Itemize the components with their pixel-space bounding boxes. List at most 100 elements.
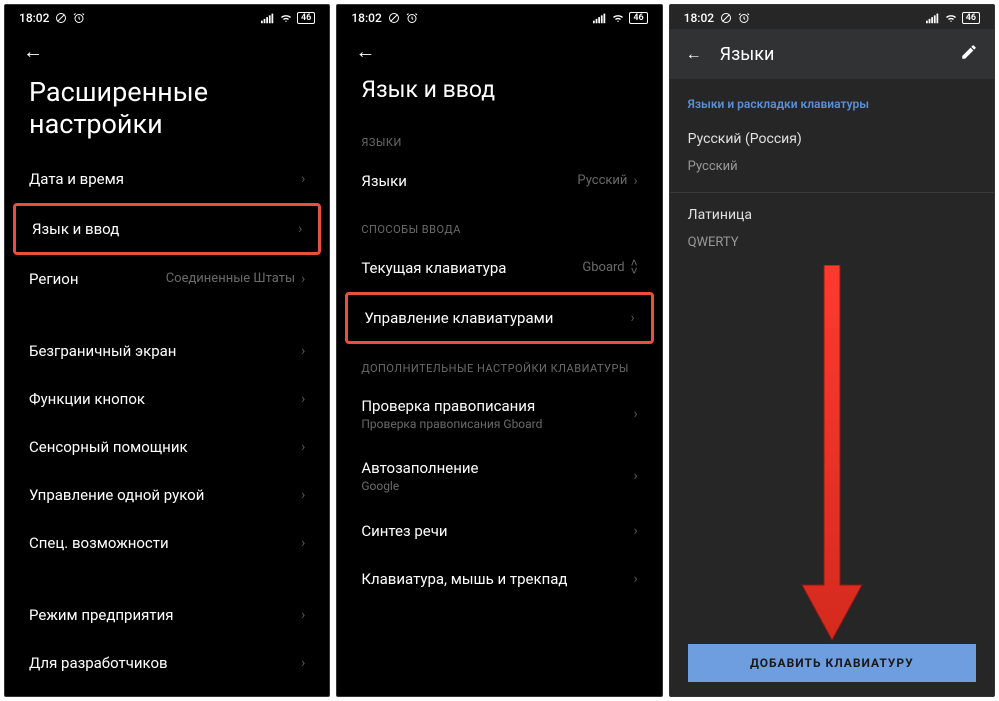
chevron-right-icon: › bbox=[633, 406, 637, 422]
dnd-icon bbox=[388, 12, 400, 24]
status-time: 18:02 bbox=[19, 11, 49, 25]
chevron-right-icon: › bbox=[630, 310, 634, 326]
dnd-icon bbox=[720, 12, 732, 24]
alarm-icon bbox=[73, 12, 85, 24]
app-bar: ← Языки bbox=[670, 29, 994, 79]
page-title: Расширенные настройки bbox=[5, 70, 329, 155]
wifi-icon bbox=[279, 12, 293, 24]
row-keyboard-mouse-trackpad[interactable]: Клавиатура, мышь и трекпад › bbox=[337, 555, 661, 603]
row-edge-screen[interactable]: Безграничный экран › bbox=[5, 327, 329, 375]
attention-arrow-icon bbox=[792, 265, 872, 645]
dnd-icon bbox=[55, 12, 67, 24]
back-button[interactable]: ← bbox=[337, 29, 661, 70]
sub: Google bbox=[361, 479, 478, 493]
chevron-right-icon: › bbox=[301, 535, 305, 551]
label: Безграничный экран bbox=[29, 342, 176, 360]
battery-level: 46 bbox=[297, 12, 315, 24]
language-name: Русский (Россия) bbox=[670, 121, 994, 157]
app-bar-title: Языки bbox=[720, 44, 942, 65]
status-bar: 18:02 46 bbox=[5, 5, 329, 29]
chevron-right-icon: › bbox=[633, 173, 637, 189]
row-spellcheck[interactable]: Проверка правописания Проверка правописа… bbox=[337, 383, 661, 445]
label: Автозаполнение bbox=[361, 459, 478, 477]
label: Режим предприятия bbox=[29, 606, 173, 624]
row-tts[interactable]: Синтез речи › bbox=[337, 507, 661, 555]
value: Соединенные Штаты bbox=[166, 271, 295, 286]
wifi-icon bbox=[944, 12, 958, 24]
section-languages: ЯЗЫКИ bbox=[337, 118, 661, 157]
back-arrow-icon: ← bbox=[355, 39, 375, 63]
wifi-icon bbox=[611, 12, 625, 24]
language-entry-1[interactable]: Русский (Россия) Русский bbox=[670, 121, 994, 188]
row-accessibility[interactable]: Спец. возможности › bbox=[5, 519, 329, 567]
sort-icon: ˄˅ bbox=[631, 260, 638, 274]
chevron-right-icon: › bbox=[633, 468, 637, 484]
alarm-icon bbox=[738, 12, 750, 24]
row-language-input[interactable]: Язык и ввод › bbox=[13, 203, 321, 255]
edit-button[interactable] bbox=[960, 43, 978, 65]
chevron-right-icon: › bbox=[633, 523, 637, 539]
chevron-right-icon: › bbox=[301, 655, 305, 671]
divider bbox=[670, 192, 994, 193]
label: Управление клавиатурами bbox=[364, 309, 553, 327]
language-entry-2[interactable]: Латиница QWERTY bbox=[670, 197, 994, 264]
language-name: Латиница bbox=[670, 197, 994, 233]
row-date-time[interactable]: Дата и время › bbox=[5, 155, 329, 203]
label: Клавиатура, мышь и трекпад bbox=[361, 570, 567, 588]
row-manage-keyboards[interactable]: Управление клавиатурами › bbox=[345, 292, 653, 344]
row-region[interactable]: Регион Соединенные Штаты › bbox=[5, 255, 329, 303]
back-arrow-icon: ← bbox=[686, 44, 702, 63]
label: Функции кнопок bbox=[29, 390, 145, 408]
screen-keyboard-languages: 18:02 46 ← Языки Языки и раскладки клави… bbox=[669, 4, 995, 697]
chevron-right-icon: › bbox=[633, 571, 637, 587]
row-button-functions[interactable]: Функции кнопок › bbox=[5, 375, 329, 423]
row-one-hand[interactable]: Управление одной рукой › bbox=[5, 471, 329, 519]
language-layout: QWERTY bbox=[670, 233, 994, 264]
label: Сенсорный помощник bbox=[29, 438, 188, 456]
back-button[interactable]: ← bbox=[5, 29, 329, 70]
chevron-right-icon: › bbox=[301, 171, 305, 187]
chevron-right-icon: › bbox=[298, 221, 302, 237]
add-keyboard-button[interactable]: ДОБАВИТЬ КЛАВИАТУРУ bbox=[688, 644, 976, 682]
language-layout: Русский bbox=[670, 157, 994, 188]
row-touch-assistant[interactable]: Сенсорный помощник › bbox=[5, 423, 329, 471]
row-languages[interactable]: Языки Русский › bbox=[337, 157, 661, 205]
chevron-right-icon: › bbox=[301, 439, 305, 455]
label: Текущая клавиатура bbox=[361, 259, 506, 277]
label: Для разработчиков bbox=[29, 654, 168, 672]
chevron-right-icon: › bbox=[301, 487, 305, 503]
section-languages-layouts: Языки и раскладки клавиатуры bbox=[670, 79, 994, 121]
label: Языки bbox=[361, 172, 407, 190]
section-input-methods: СПОСОБЫ ВВОДА bbox=[337, 205, 661, 244]
status-bar: 18:02 46 bbox=[670, 5, 994, 29]
row-enterprise-mode[interactable]: Режим предприятия › bbox=[5, 591, 329, 639]
label: Спец. возможности bbox=[29, 534, 169, 552]
back-arrow-icon: ← bbox=[23, 39, 43, 63]
label: Дата и время bbox=[29, 170, 124, 188]
label: Управление одной рукой bbox=[29, 486, 204, 504]
status-time: 18:02 bbox=[351, 11, 381, 25]
chevron-right-icon: › bbox=[301, 343, 305, 359]
chevron-right-icon: › bbox=[301, 271, 305, 287]
back-button[interactable]: ← bbox=[686, 44, 702, 64]
row-autofill[interactable]: Автозаполнение Google › bbox=[337, 445, 661, 507]
label: Синтез речи bbox=[361, 522, 447, 540]
battery-level: 46 bbox=[962, 12, 980, 24]
screen-advanced-settings: 18:02 46 ← Расширенные настройки Дата и … bbox=[4, 4, 330, 697]
signal-icon bbox=[926, 12, 940, 24]
chevron-right-icon: › bbox=[301, 391, 305, 407]
label: Регион bbox=[29, 270, 78, 288]
pencil-icon bbox=[960, 43, 978, 61]
row-current-keyboard[interactable]: Текущая клавиатура Gboard ˄˅ bbox=[337, 244, 661, 292]
value: Gboard bbox=[582, 260, 624, 275]
page-title: Язык и ввод bbox=[337, 70, 661, 118]
label: Язык и ввод bbox=[32, 220, 119, 238]
screen-language-input: 18:02 46 ← Язык и ввод ЯЗЫКИ Языки Русск… bbox=[336, 4, 662, 697]
value: Русский bbox=[577, 173, 627, 188]
battery-level: 46 bbox=[629, 12, 647, 24]
signal-icon bbox=[261, 12, 275, 24]
status-bar: 18:02 46 bbox=[337, 5, 661, 29]
row-developer-options[interactable]: Для разработчиков › bbox=[5, 639, 329, 687]
label: Проверка правописания bbox=[361, 397, 542, 415]
section-extra-keyboard: ДОПОЛНИТЕЛЬНЫЕ НАСТРОЙКИ КЛАВИАТУРЫ bbox=[337, 344, 661, 383]
